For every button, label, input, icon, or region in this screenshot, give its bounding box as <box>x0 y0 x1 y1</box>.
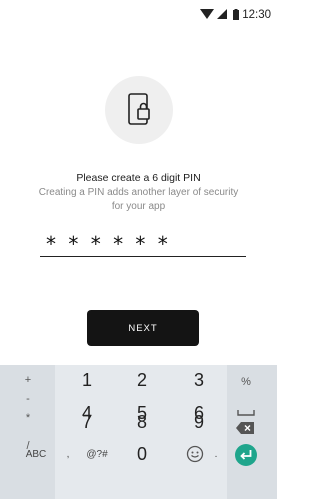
pin-title: Please create a 6 digit PIN <box>76 172 201 184</box>
key-3[interactable]: 3 <box>183 366 215 394</box>
key-period[interactable]: . <box>209 444 223 464</box>
pin-icon-circle <box>105 76 173 144</box>
pin-value: * * * * * * <box>46 232 171 256</box>
key-plus[interactable]: + <box>18 370 38 390</box>
key-7[interactable]: 7 <box>71 408 103 436</box>
next-button[interactable]: NEXT <box>87 310 199 346</box>
emoji-icon[interactable] <box>186 445 204 463</box>
wifi-icon <box>200 9 214 19</box>
key-9[interactable]: 9 <box>183 408 215 436</box>
pin-subtitle: Creating a PIN adds another layer of sec… <box>38 187 239 212</box>
key-abc[interactable]: ABC <box>22 444 50 464</box>
key-percent[interactable]: % <box>236 372 256 392</box>
status-bar: 12:30 <box>0 0 277 28</box>
key-comma[interactable]: , <box>60 444 76 464</box>
key-2[interactable]: 2 <box>126 366 158 394</box>
space-icon[interactable] <box>237 409 255 417</box>
key-minus[interactable]: - <box>18 389 38 409</box>
key-0[interactable]: 0 <box>126 440 158 468</box>
battery-icon <box>233 9 239 20</box>
enter-icon <box>240 450 252 460</box>
backspace-icon[interactable] <box>235 421 255 435</box>
signal-icon <box>217 9 227 19</box>
key-symbols[interactable]: @?# <box>80 444 114 464</box>
status-time: 12:30 <box>242 9 271 21</box>
pin-input[interactable]: * * * * * * <box>40 230 246 257</box>
key-8[interactable]: 8 <box>126 408 158 436</box>
enter-button[interactable] <box>235 444 257 466</box>
key-asterisk[interactable]: * <box>18 408 38 428</box>
key-1[interactable]: 1 <box>71 366 103 394</box>
phone-lock-icon <box>128 93 150 125</box>
